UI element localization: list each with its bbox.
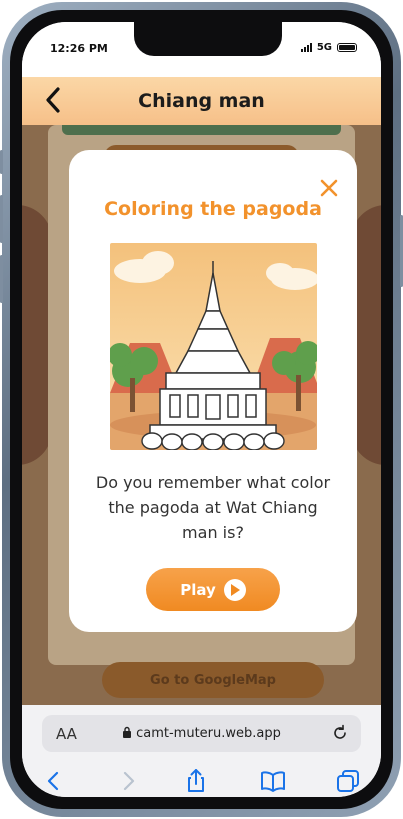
app-header: Chiang man <box>22 77 381 125</box>
tabs-button[interactable] <box>334 767 362 795</box>
camera-notch <box>134 22 282 56</box>
status-bar: 12:26 PM 5G <box>22 22 381 77</box>
phone-bezel: 12:26 PM 5G Chiang man Go to GoogleMap C… <box>10 10 393 809</box>
book-icon <box>261 771 285 792</box>
share-icon <box>188 769 204 792</box>
play-button[interactable]: Play <box>146 568 280 611</box>
page-title: Chiang man <box>138 90 265 112</box>
browser-toolbar: AA camt-muteru.web.app <box>22 705 381 797</box>
browser-nav-row <box>22 767 381 797</box>
address-bar[interactable]: AA camt-muteru.web.app <box>42 715 361 752</box>
play-button-label: Play <box>180 580 216 599</box>
play-circle-icon <box>223 578 246 601</box>
lock-icon <box>123 726 132 738</box>
phone-screen: 12:26 PM 5G Chiang man Go to GoogleMap C… <box>22 22 381 797</box>
browser-back-button[interactable] <box>40 767 68 795</box>
share-button[interactable] <box>182 767 210 795</box>
close-icon <box>320 179 338 197</box>
status-indicators: 5G <box>300 42 357 53</box>
game-modal: Coloring the pagoda Do you remember what… <box>69 150 357 632</box>
modal-question: Do you remember what color the pagoda at… <box>95 473 331 542</box>
mute-switch <box>0 150 3 174</box>
browser-forward-button[interactable] <box>114 767 142 795</box>
close-button[interactable] <box>319 178 339 198</box>
volume-down-button <box>0 255 3 303</box>
url-display: camt-muteru.web.app <box>42 726 361 741</box>
reload-button[interactable] <box>331 724 349 742</box>
pagoda-illustration <box>110 243 317 450</box>
browser-back-icon <box>47 771 59 791</box>
volume-up-button <box>0 195 3 243</box>
tabs-icon <box>337 770 359 792</box>
phone-frame: 12:26 PM 5G Chiang man Go to GoogleMap C… <box>2 2 401 817</box>
network-type: 5G <box>316 42 332 53</box>
bookmarks-button[interactable] <box>259 767 287 795</box>
google-map-button[interactable]: Go to GoogleMap <box>102 662 324 698</box>
browser-forward-icon <box>123 771 135 791</box>
status-time: 12:26 PM <box>50 42 108 55</box>
signal-icon <box>300 43 312 52</box>
modal-title: Coloring the pagoda <box>104 198 322 220</box>
url-text: camt-muteru.web.app <box>136 726 281 741</box>
background-stripe <box>62 125 341 135</box>
battery-icon <box>337 43 357 52</box>
reload-icon <box>334 724 346 739</box>
